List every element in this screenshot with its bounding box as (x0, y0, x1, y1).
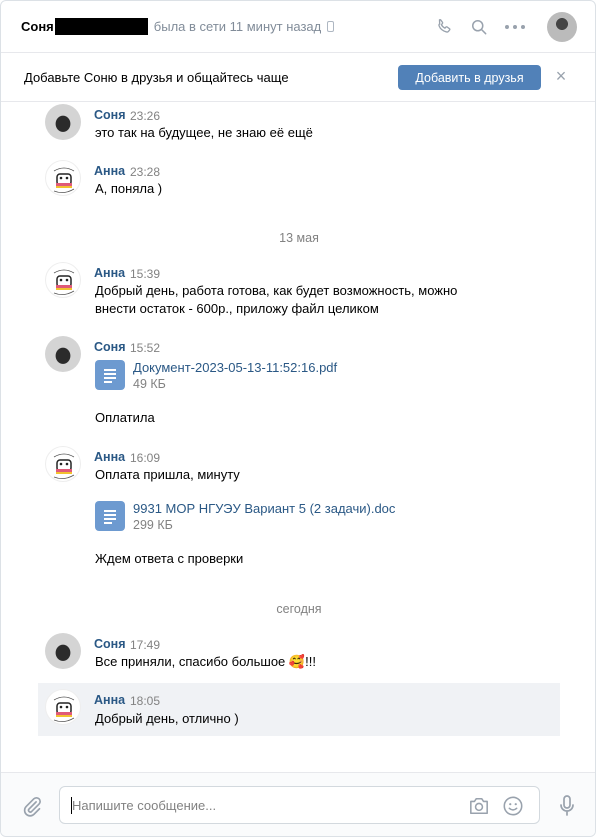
contact-name[interactable]: Соня (21, 19, 54, 34)
avatar-sticker-icon (53, 269, 75, 295)
message-time: 23:26 (130, 109, 161, 123)
avatar[interactable] (45, 689, 81, 725)
date-separator: сегодня (276, 602, 322, 616)
avatar-sticker-icon (53, 453, 75, 479)
add-friend-banner: Добавьте Соню в друзья и общайтесь чаще … (1, 53, 595, 102)
chat-window: Соня была в сети 11 минут назад Добавьте… (0, 0, 596, 837)
camera-icon[interactable] (468, 796, 490, 816)
microphone-icon[interactable] (559, 795, 575, 817)
document-icon (95, 501, 125, 531)
smiling-face-with-hearts-emoji: 🥰 (288, 654, 306, 669)
message: Анна 16:09 Оплата пришла, минуту 9931 МО… (38, 444, 560, 574)
add-friend-button[interactable]: Добавить в друзья (398, 65, 541, 90)
message-author[interactable]: Анна (94, 266, 125, 280)
message-text: Оплатила (95, 410, 155, 425)
search-icon[interactable] (468, 16, 490, 38)
contact-avatar[interactable] (547, 12, 577, 42)
message-text: Оплата пришла, минуту (95, 467, 240, 482)
close-icon[interactable]: × (554, 67, 568, 85)
message: Анна 23:28 А, поняла ) (38, 158, 560, 208)
message-time: 15:52 (130, 341, 161, 355)
message-text: Добрый день, работа готова, как будет во… (95, 283, 458, 316)
message-time: 23:28 (130, 165, 161, 179)
message-input-placeholder: Напишите сообщение... (72, 798, 217, 813)
message-time: 17:49 (130, 638, 161, 652)
message-text: это так на будущее, не знаю её ещё (95, 125, 313, 140)
emoji-smile-icon[interactable] (502, 795, 524, 817)
message-time: 18:05 (130, 694, 161, 708)
message-text: Добрый день, отлично ) (95, 711, 239, 726)
message-author[interactable]: Анна (94, 693, 125, 707)
message-author[interactable]: Анна (94, 164, 125, 178)
avatar[interactable] (45, 446, 81, 482)
avatar[interactable] (45, 633, 81, 669)
message: Соня 17:49 Все приняли, спасибо большое … (38, 631, 560, 681)
attachment-icon[interactable] (21, 795, 43, 817)
avatar[interactable] (45, 262, 81, 298)
message-author[interactable]: Соня (94, 340, 126, 354)
message-author[interactable]: Анна (94, 450, 125, 464)
document-name[interactable]: Документ-2023-05-13-11:52:16.pdf (133, 360, 337, 375)
message: Соня 23:26 это так на будущее, не знаю е… (38, 102, 560, 152)
message-time: 16:09 (130, 451, 161, 465)
message: Анна 18:05 Добрый день, отлично ) (38, 683, 560, 736)
redacted-surname (54, 18, 148, 35)
call-icon[interactable] (433, 16, 455, 38)
message-author[interactable]: Соня (94, 637, 126, 651)
message-text: Ждем ответа с проверки (95, 551, 244, 566)
avatar[interactable] (45, 336, 81, 372)
banner-text: Добавьте Соню в друзья и общайтесь чаще (24, 69, 289, 85)
more-options-icon[interactable] (504, 16, 526, 38)
document-icon (95, 360, 125, 390)
last-seen-status: была в сети 11 минут назад (153, 19, 322, 34)
message-list[interactable]: Соня 23:26 это так на будущее, не знаю е… (1, 102, 595, 772)
message-author[interactable]: Соня (94, 108, 126, 122)
document-name[interactable]: 9931 МОР НГУЭУ Вариант 5 (2 задачи).doc (133, 501, 395, 516)
document-size: 49 КБ (133, 377, 166, 391)
mobile-device-icon (327, 21, 335, 32)
avatar-sticker-icon (53, 696, 75, 722)
message: Соня 15:52 Документ-2023-05-13-11:52:16.… (38, 334, 560, 434)
document-size: 299 КБ (133, 518, 173, 532)
message-text: Все приняли, спасибо большое 🥰!!! (95, 653, 515, 671)
avatar-sticker-icon (53, 167, 75, 193)
avatar[interactable] (45, 160, 81, 196)
message-text: А, поняла ) (95, 181, 163, 196)
message-text-main: Все приняли, спасибо большое (95, 654, 286, 669)
avatar[interactable] (45, 104, 81, 140)
chat-header: Соня была в сети 11 минут назад (1, 1, 595, 53)
message-text-suffix: !!! (305, 654, 316, 669)
message-composer: Напишите сообщение... (1, 772, 595, 836)
message-time: 15:39 (130, 267, 161, 281)
message: Анна 15:39 Добрый день, работа готова, к… (38, 260, 560, 324)
date-separator: 13 мая (279, 231, 319, 245)
